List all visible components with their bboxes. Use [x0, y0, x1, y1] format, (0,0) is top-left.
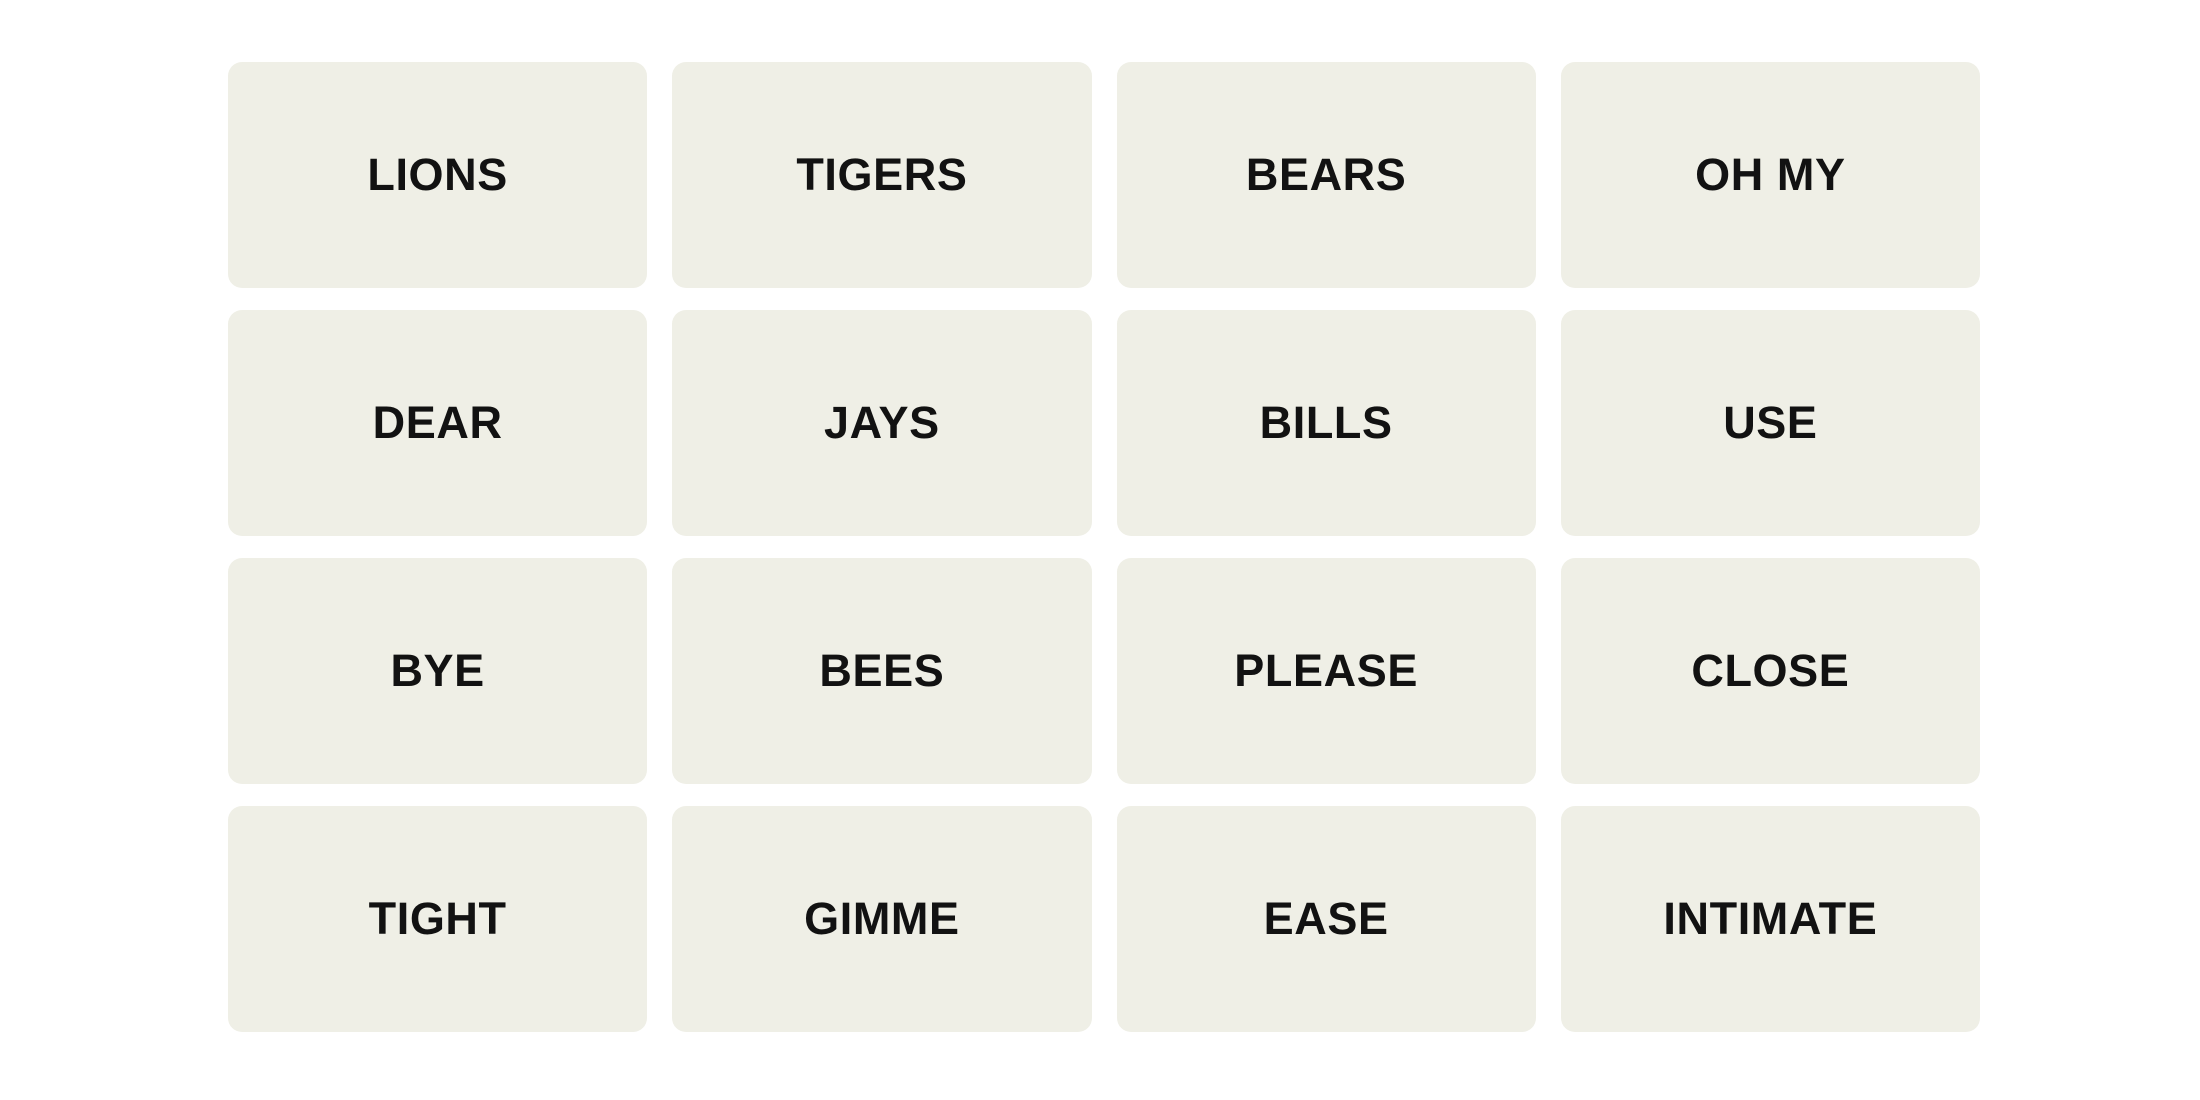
- word-tile[interactable]: PLEASE: [1116, 558, 1536, 784]
- word-tile[interactable]: EASE: [1116, 806, 1536, 1032]
- word-tile-label: TIGERS: [796, 149, 968, 201]
- word-tile[interactable]: CLOSE: [1560, 558, 1980, 784]
- word-tile-label: JAYS: [823, 397, 940, 449]
- word-tile[interactable]: BYE: [228, 558, 648, 784]
- word-tile-label: BEES: [819, 645, 945, 697]
- word-tile-label: LIONS: [367, 149, 508, 201]
- word-tile[interactable]: LIONS: [228, 62, 648, 288]
- word-tile[interactable]: USE: [1560, 310, 1980, 536]
- word-tile[interactable]: GIMME: [672, 806, 1092, 1032]
- word-tile-label: PLEASE: [1234, 645, 1418, 697]
- word-tile-label: TIGHT: [368, 893, 507, 945]
- word-tile-label: BEARS: [1245, 149, 1407, 201]
- word-tile-label: USE: [1723, 397, 1818, 449]
- word-tile[interactable]: JAYS: [672, 310, 1092, 536]
- word-tile-label: BILLS: [1259, 397, 1393, 449]
- word-tile[interactable]: OH MY: [1560, 62, 1980, 288]
- word-tile-label: BYE: [390, 645, 485, 697]
- word-tile[interactable]: TIGHT: [228, 806, 648, 1032]
- word-tile-label: CLOSE: [1691, 645, 1850, 697]
- word-tile[interactable]: TIGERS: [672, 62, 1092, 288]
- word-tile[interactable]: INTIMATE: [1560, 806, 1980, 1032]
- word-tile-label: OH MY: [1695, 149, 1846, 201]
- word-tile-label: GIMME: [804, 893, 960, 945]
- word-tile[interactable]: BEARS: [1116, 62, 1536, 288]
- word-tile-label: INTIMATE: [1663, 893, 1878, 945]
- word-tile-label: DEAR: [372, 397, 503, 449]
- word-tile-label: EASE: [1263, 893, 1389, 945]
- word-tile[interactable]: BILLS: [1116, 310, 1536, 536]
- word-tile-grid: LIONS TIGERS BEARS OH MY DEAR JAYS BILLS…: [228, 62, 1980, 1032]
- word-tile[interactable]: BEES: [672, 558, 1092, 784]
- word-tile[interactable]: DEAR: [228, 310, 648, 536]
